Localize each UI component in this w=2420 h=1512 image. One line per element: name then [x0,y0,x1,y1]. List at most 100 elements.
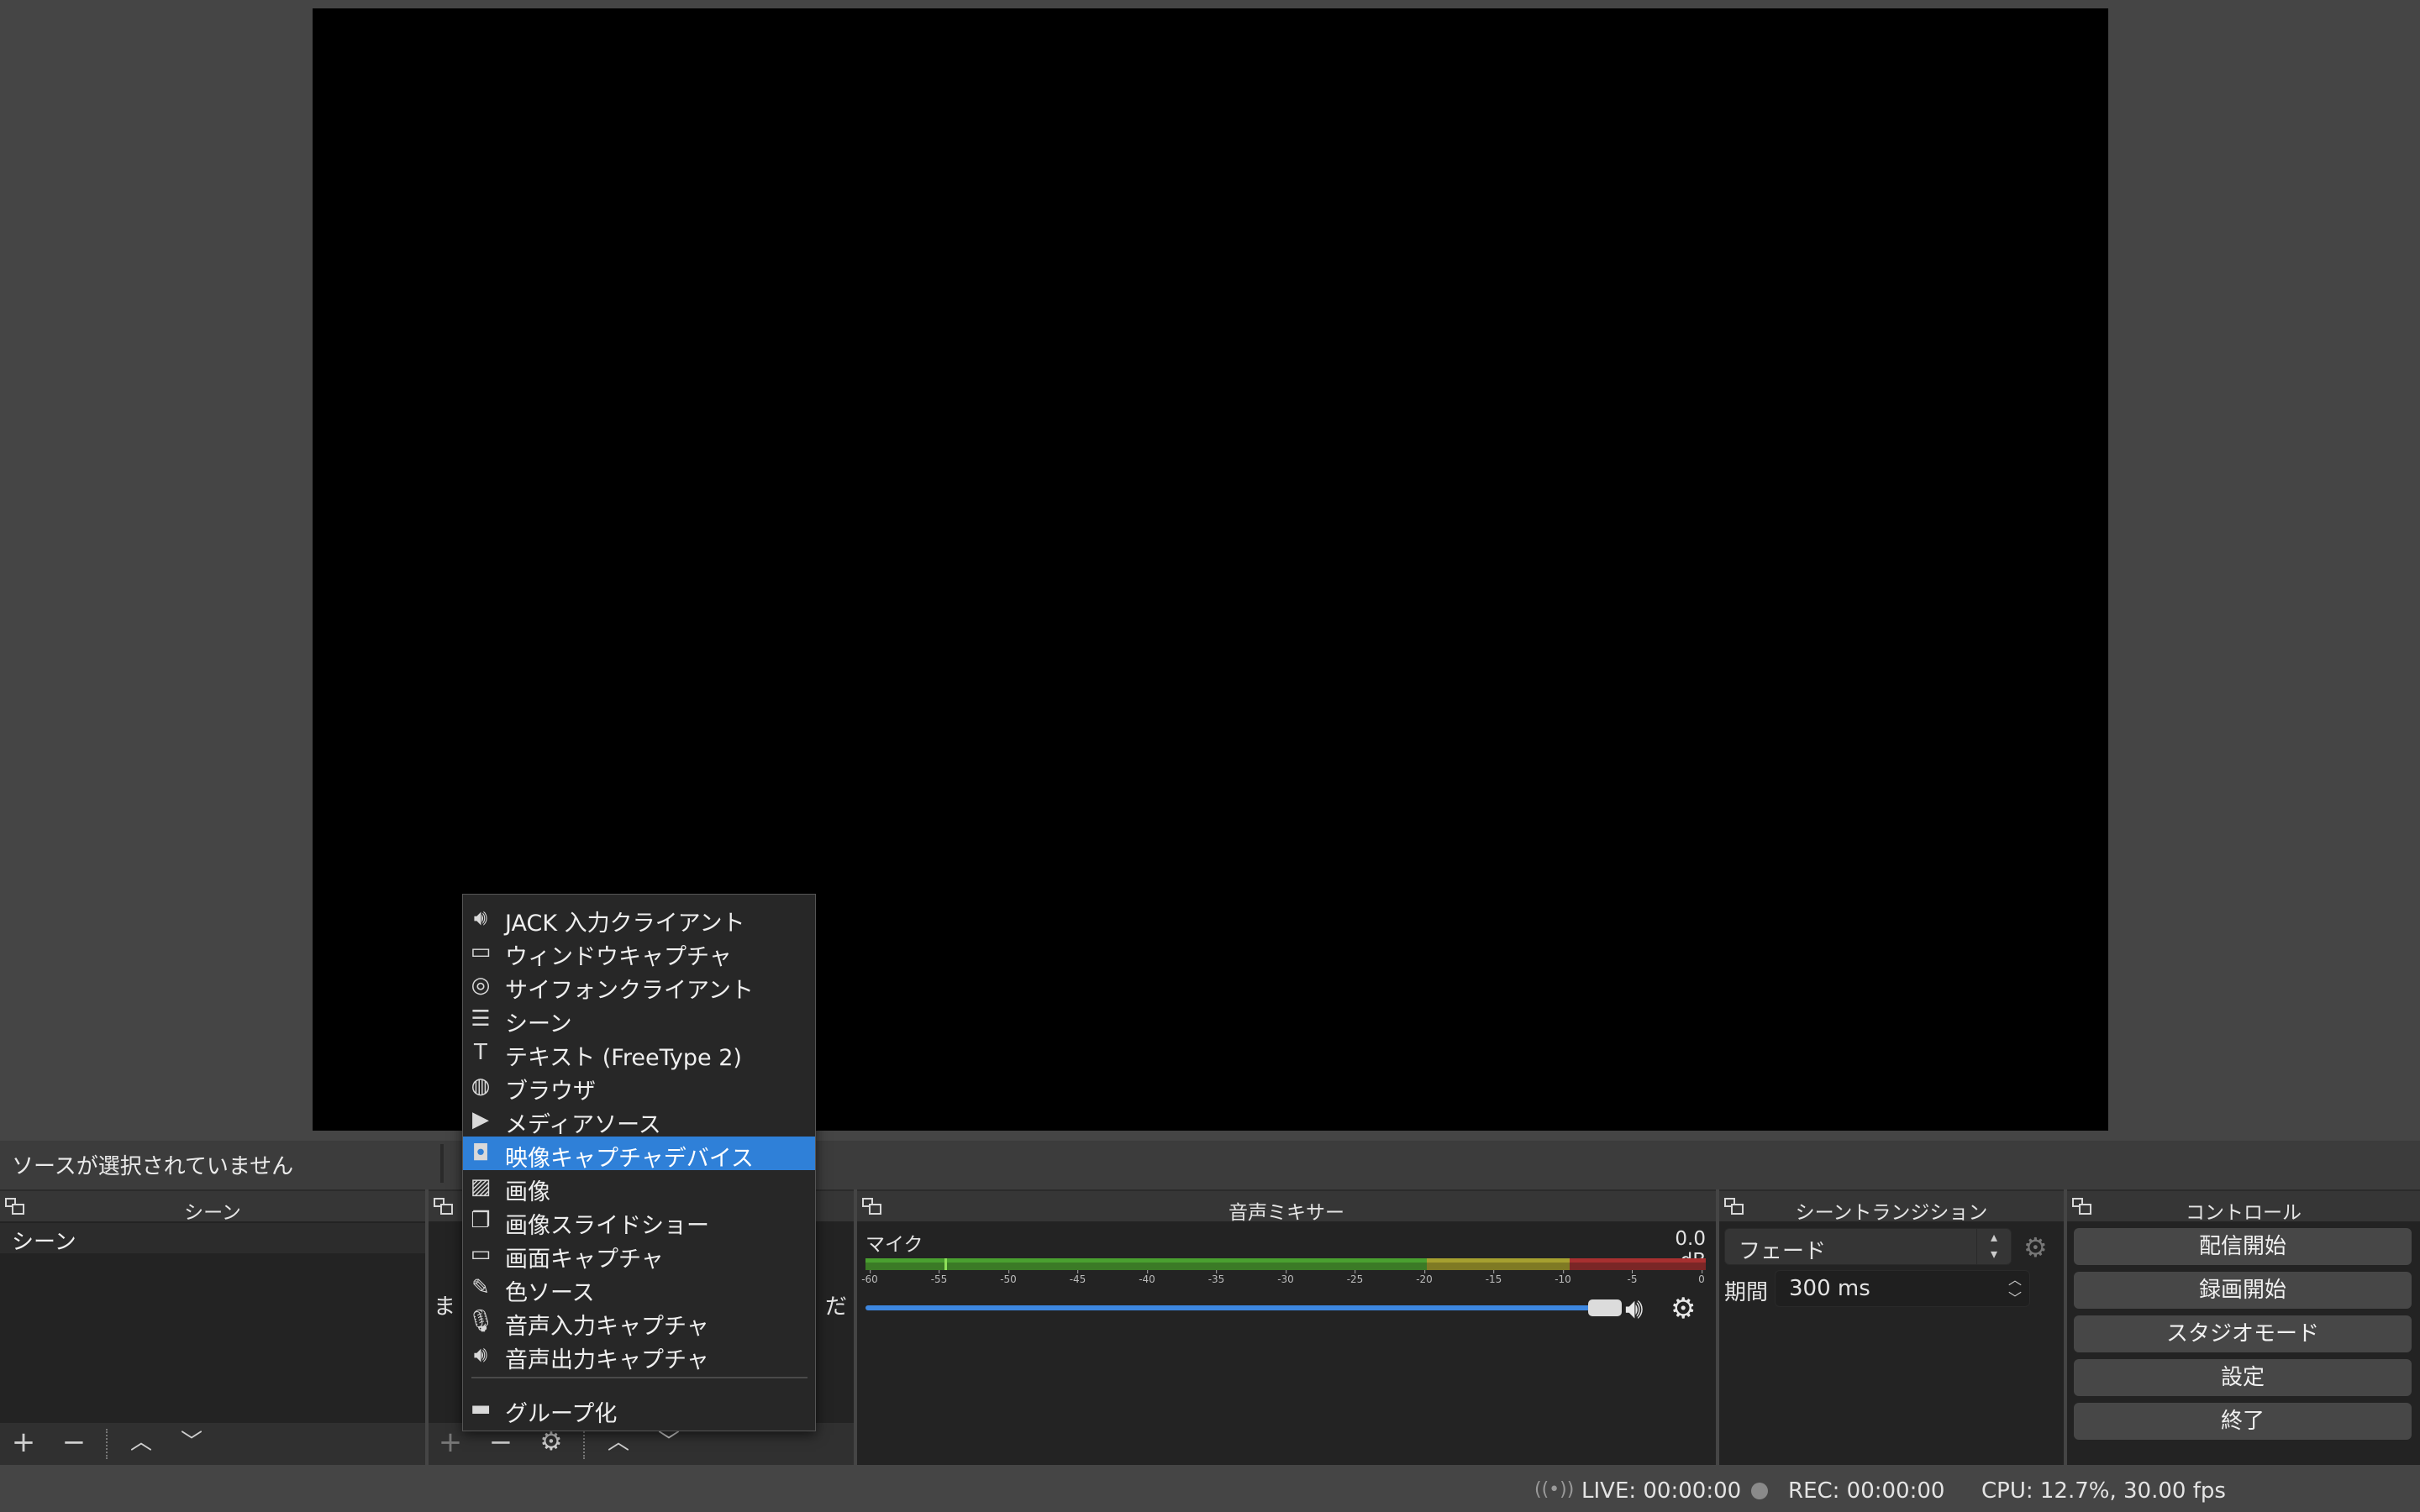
meter-tick-label: -50 [1000,1270,1017,1285]
text-icon: T [474,1040,487,1065]
menu-item-label: 映像キャプチャデバイス [505,1146,754,1172]
meter-tick-label: -25 [1346,1270,1364,1285]
menu-item-label: メディアソース [505,1112,661,1138]
meter-tick-label: -10 [1555,1270,1571,1285]
menu-item-label: 画面キャプチャ [505,1247,664,1273]
brush-icon: ✎ [471,1275,490,1300]
globe-icon: ◍ [471,1074,491,1099]
remove-scene-button[interactable]: − [57,1426,91,1460]
cpu-fps-readout: CPU: 12.7%, 30.00 fps [1981,1478,2226,1504]
mixer-gear-icon[interactable]: ⚙ [1670,1292,1696,1326]
duration-label: 期間 [1724,1280,1769,1305]
menu-item[interactable]: ◍ ブラウザ [463,1069,815,1105]
rec-timer: REC: 00:00:00 [1788,1478,1945,1504]
menu-item[interactable]: ◎ サイフォンクライアント [463,969,815,1004]
scene-list-item[interactable]: シーン [0,1223,425,1255]
toolbar-separator [106,1429,108,1459]
menu-item-label: 画像 [505,1179,550,1205]
scenes-toolbar: + − ︿ ﹀ [0,1423,425,1465]
menu-item[interactable]: ◘ 映像キャプチャデバイス [463,1137,815,1172]
meter-tick-label: 0 [1698,1270,1705,1285]
menu-item-label: 画像スライドショー [505,1213,709,1239]
move-scene-up-button[interactable]: ︿ [124,1426,158,1460]
remove-source-button[interactable]: − [484,1426,518,1460]
mixer-dock-title: 音声ミキサー [857,1189,1716,1224]
volume-meter [865,1258,1706,1270]
mixer-track-name: マイク [865,1234,923,1256]
record-dot-icon [1751,1483,1768,1499]
menu-item-label: 色ソース [505,1280,595,1306]
no-source-label: ソースが選択されていません [12,1154,294,1179]
menu-item[interactable]: ▶ メディアソース [463,1103,815,1138]
move-scene-down-button[interactable]: ﹀ [175,1426,208,1460]
meter-tick-label: -15 [1485,1270,1502,1285]
speaker-icon: 🔊︎ [473,906,488,931]
meter-tick-label: -55 [930,1270,948,1285]
move-source-down-button[interactable]: ﹀ [652,1426,686,1460]
add-source-menu: 🔊︎ JACK 入力クライアント ▭ ウィンドウキャプチャ ◎ サイフォンクライアント ☰ シ… [462,894,816,1431]
sources-empty-hint: ま [434,1294,456,1320]
add-source-button[interactable]: + [434,1426,467,1460]
menu-item-label: テキスト (FreeType 2) [505,1045,742,1071]
meter-tick-label: -45 [1069,1270,1086,1285]
exit-button[interactable]: 終了 [2074,1403,2412,1440]
duration-spinbox[interactable]: 300 ms ︿ ﹀ [1775,1270,2030,1307]
menu-item[interactable]: 🎙︎ 音声入力キャプチャ [463,1305,815,1340]
play-icon: ▶ [472,1107,489,1132]
transition-gear-icon[interactable]: ⚙ [2023,1231,2048,1263]
meter-scale: -60 -55 -50 -45 -40 -35 -30 -25 -20 -15 -10 -5 0 [861,1270,1706,1292]
studio-mode-button[interactable]: スタジオモード [2074,1315,2412,1352]
spin-arrows-icon[interactable]: ︿ ﹀ [2001,1271,2029,1308]
chevron-updown-icon: ▴ ▾ [1976,1229,2011,1264]
menu-item-label: JACK 入力クライアント [505,911,745,937]
menu-item[interactable]: ▨ 画像 [463,1170,815,1205]
transition-select[interactable]: フェード ▴ ▾ [1724,1228,2012,1265]
menu-item-label: ウィンドウキャプチャ [505,944,732,970]
scenes-dock-title: シーン [0,1189,425,1224]
menu-item-label: シーン [505,1011,572,1037]
menu-item[interactable]: 🔊︎ JACK 入力クライアント [463,901,815,937]
meter-tick-label: -35 [1207,1270,1225,1285]
meter-tick-label: -20 [1416,1270,1433,1285]
folder-icon: ▬ [470,1396,492,1421]
menu-item-label: ブラウザ [505,1079,596,1105]
start-streaming-button[interactable]: 配信開始 [2074,1228,2412,1265]
meter-tick-label: -30 [1277,1270,1294,1285]
splitter-handle[interactable] [440,1144,444,1183]
image-icon: ▨ [470,1174,492,1200]
start-recording-button[interactable]: 録画開始 [2074,1272,2412,1309]
menu-item[interactable]: ☰ シーン [463,1002,815,1037]
source-properties-gear-icon[interactable]: ⚙ [534,1426,568,1460]
undock-icon[interactable] [434,1198,454,1216]
meter-tick-label: -40 [1139,1270,1155,1285]
menu-item[interactable]: ❐ 画像スライドショー [463,1204,815,1239]
menu-item-label: サイフォンクライアント [505,978,754,1004]
menu-item[interactable]: 🔊︎ 音声出力キャプチャ [463,1338,815,1373]
window-icon: ▭ [470,939,492,964]
menu-item[interactable]: ✎ 色ソース [463,1271,815,1306]
menu-item[interactable]: T テキスト (FreeType 2) [463,1036,815,1071]
move-source-up-button[interactable]: ︿ [602,1426,635,1460]
volume-slider[interactable] [865,1305,1622,1310]
sources-empty-hint: だ [825,1294,848,1320]
speaker-mute-icon[interactable]: 🔊︎ [1625,1292,1643,1326]
camera-icon: ◘ [471,1141,490,1166]
controls-dock-title: コントロール [2067,1189,2420,1224]
menu-item[interactable]: ▭ ウィンドウキャプチャ [463,935,815,970]
live-timer: LIVE: 00:00:00 [1581,1478,1742,1504]
slideshow-icon: ❐ [471,1208,491,1233]
monitor-icon: ▭ [470,1242,492,1267]
volume-slider-handle[interactable] [1588,1299,1622,1316]
menu-item[interactable]: ▬ グループ化 [463,1392,815,1427]
menu-item[interactable]: ▭ 画面キャプチャ [463,1237,815,1273]
menu-item-label: グループ化 [505,1401,618,1427]
transitions-dock-title: シーントランジション [1719,1189,2064,1224]
list-icon: ☰ [471,1006,491,1032]
settings-button[interactable]: 設定 [2074,1359,2412,1396]
gamepad-icon: ◎ [471,973,491,998]
toolbar-separator [583,1429,585,1459]
menu-item-label: 音声出力キャプチャ [505,1347,709,1373]
broadcast-icon: ((•)) [1534,1479,1575,1500]
meter-tick-label: -5 [1627,1270,1638,1285]
add-scene-button[interactable]: + [7,1426,40,1460]
